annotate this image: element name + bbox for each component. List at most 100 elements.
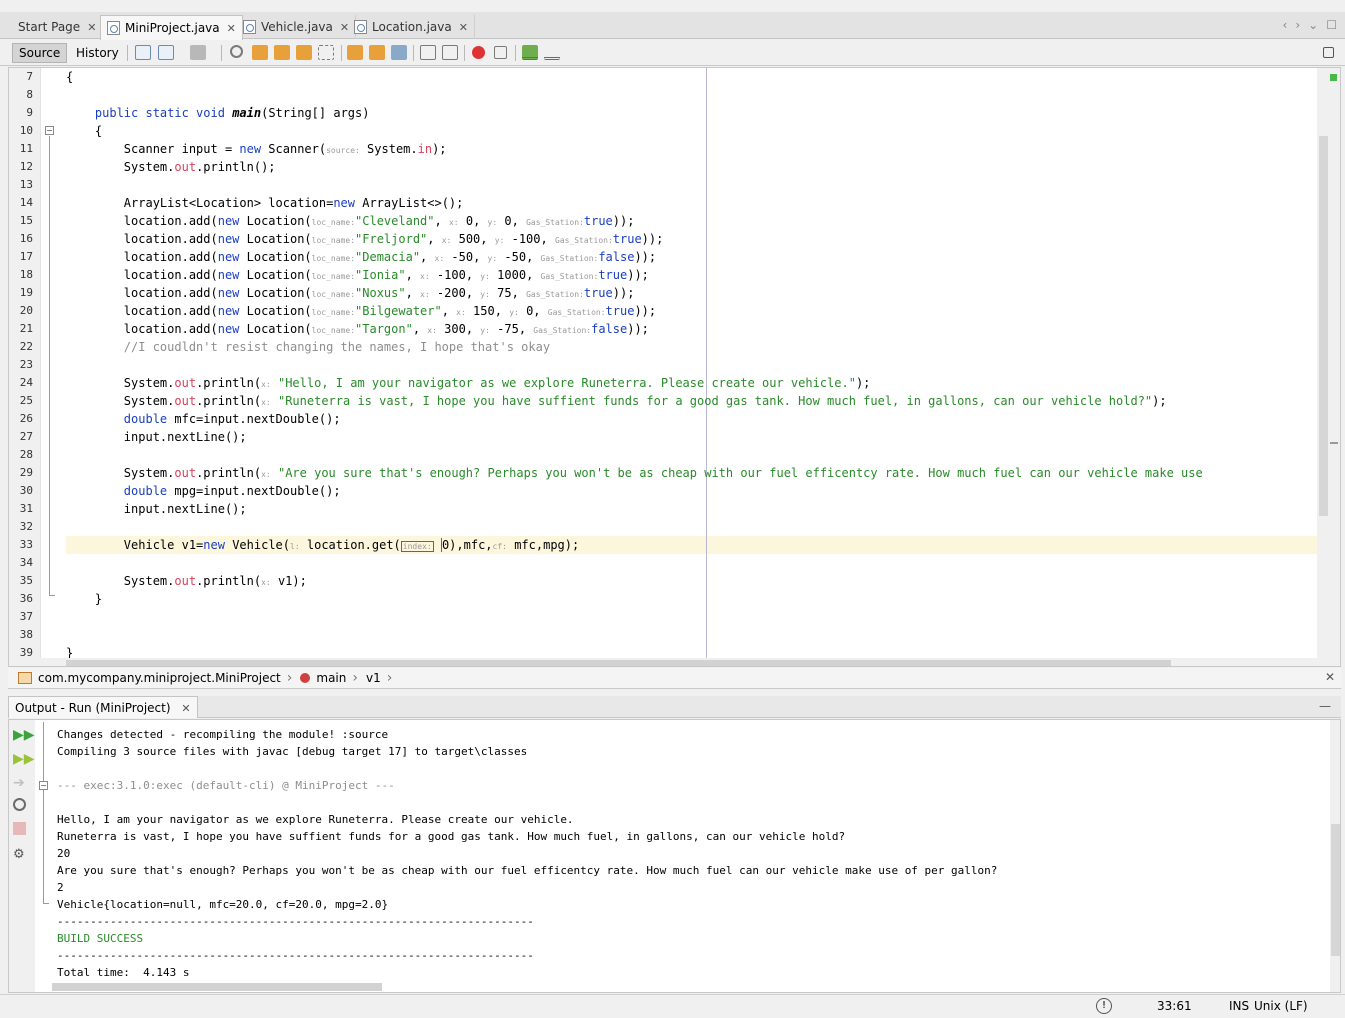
output-line: Hello, I am your navigator as we explore… bbox=[57, 813, 574, 826]
output-line: Changes detected - recompiling the modul… bbox=[57, 728, 389, 741]
shift-left-icon[interactable] bbox=[420, 45, 436, 60]
last-edit-icon[interactable] bbox=[135, 45, 151, 60]
breadcrumb-method[interactable]: main › bbox=[300, 670, 358, 686]
code-line: input.nextLine(); bbox=[66, 502, 247, 516]
code-line: System.out.println(x: "Runeterra is vast… bbox=[66, 394, 1167, 408]
method-icon bbox=[300, 673, 311, 683]
fold-line bbox=[49, 136, 50, 596]
source-button[interactable]: Source bbox=[12, 43, 68, 63]
fold-toggle-icon[interactable]: − bbox=[39, 781, 48, 790]
code-area[interactable]: { public static void main(String[] args)… bbox=[66, 68, 1318, 666]
comment-icon[interactable] bbox=[522, 45, 538, 60]
search-icon[interactable] bbox=[230, 45, 243, 58]
minimize-icon[interactable]: — bbox=[1319, 699, 1331, 713]
fold-gutter bbox=[41, 68, 65, 666]
scroll-left-icon[interactable]: ‹ bbox=[1283, 18, 1288, 32]
caret-position: 33:61 bbox=[1157, 999, 1192, 1013]
line-number: 31 bbox=[19, 502, 33, 515]
next-bookmark-icon[interactable] bbox=[369, 45, 385, 60]
toggle-highlight-icon[interactable] bbox=[296, 45, 312, 60]
maximize-icon[interactable]: ☐ bbox=[1326, 18, 1337, 32]
stop-macro-icon[interactable] bbox=[494, 46, 507, 59]
line-number: 38 bbox=[19, 628, 33, 641]
output-action-bar: ▶▶ ▶▶ ➔ ⚙ bbox=[9, 720, 35, 992]
history-button[interactable]: History bbox=[69, 43, 126, 63]
notifications-icon[interactable]: ! bbox=[1096, 998, 1112, 1014]
output-line: Are you sure that's enough? Perhaps you … bbox=[57, 864, 998, 877]
fold-toggle-icon[interactable]: − bbox=[45, 126, 54, 135]
breadcrumb: com.mycompany.miniproject.MiniProject › … bbox=[8, 668, 1341, 689]
output-hscroll-thumb[interactable] bbox=[52, 983, 382, 991]
code-line: System.out.println(); bbox=[66, 160, 276, 174]
breadcrumb-class[interactable]: com.mycompany.miniproject.MiniProject › bbox=[18, 670, 292, 686]
chevron-right-icon: › bbox=[352, 670, 358, 686]
code-line: ArrayList<Location> location=new ArrayLi… bbox=[66, 196, 464, 210]
insert-mode[interactable]: INS bbox=[1229, 999, 1249, 1013]
build-status-line: BUILD SUCCESS bbox=[57, 932, 144, 945]
fold-end bbox=[49, 595, 55, 596]
line-number: 11 bbox=[19, 142, 33, 155]
line-number: 23 bbox=[19, 358, 33, 371]
tab-list-icon[interactable]: ⌄ bbox=[1308, 18, 1318, 32]
output-console[interactable]: ▶▶ ▶▶ ➔ ⚙ − Changes detected - recompili… bbox=[8, 719, 1341, 993]
tab-start-page[interactable]: Start Page ✕ bbox=[12, 15, 104, 39]
rerun-with-params-icon[interactable]: ▶▶ bbox=[13, 750, 35, 768]
line-number: 20 bbox=[19, 304, 33, 317]
code-line: System.out.println(x: v1); bbox=[66, 574, 307, 588]
back-icon[interactable] bbox=[158, 45, 174, 60]
split-editor-icon[interactable] bbox=[1323, 47, 1334, 58]
java-file-icon bbox=[107, 21, 120, 35]
editor-toolbar: Source History bbox=[0, 40, 1345, 66]
breadcrumb-variable[interactable]: v1 › bbox=[366, 670, 392, 686]
settings-icon[interactable]: ⚙ bbox=[13, 846, 31, 864]
close-icon[interactable]: ✕ bbox=[227, 22, 236, 35]
close-icon[interactable]: ✕ bbox=[459, 21, 468, 34]
search-output-icon[interactable] bbox=[13, 798, 26, 811]
code-editor[interactable]: 7 8 9 10 11 12 13 14 15 16 17 18 19 20 21 22 23 24 25 26 27 2… bbox=[8, 67, 1341, 667]
uncomment-icon[interactable] bbox=[544, 45, 560, 60]
stop-icon[interactable] bbox=[13, 822, 26, 835]
line-number: 22 bbox=[19, 340, 33, 353]
tab-location-java[interactable]: Location.java ✕ bbox=[348, 15, 475, 39]
record-macro-icon[interactable] bbox=[472, 46, 485, 59]
scroll-right-icon[interactable]: › bbox=[1295, 18, 1300, 32]
line-number: 18 bbox=[19, 268, 33, 281]
line-number: 29 bbox=[19, 466, 33, 479]
tab-label: MiniProject.java bbox=[125, 21, 220, 35]
toggle-bookmark-icon[interactable] bbox=[391, 45, 407, 60]
line-number: 34 bbox=[19, 556, 33, 569]
rerun-icon[interactable]: ▶▶ bbox=[13, 726, 35, 744]
close-icon[interactable]: ✕ bbox=[181, 702, 190, 715]
editor-hscroll-thumb[interactable] bbox=[66, 660, 1171, 666]
tab-vehicle-java[interactable]: Vehicle.java ✕ bbox=[237, 15, 357, 39]
chevron-right-icon: › bbox=[286, 670, 293, 686]
editor-scroll-thumb[interactable] bbox=[1319, 136, 1328, 516]
line-number: 14 bbox=[19, 196, 33, 209]
tab-miniproject-java[interactable]: MiniProject.java ✕ bbox=[100, 15, 243, 40]
code-line: double mfc=input.nextDouble(); bbox=[123, 412, 341, 426]
param-hint-index: index: bbox=[400, 541, 434, 552]
shift-right-icon[interactable] bbox=[442, 45, 458, 60]
line-number: 16 bbox=[19, 232, 33, 245]
toggle-rect-selection-icon[interactable] bbox=[318, 45, 334, 60]
forward-arrow-icon[interactable]: ➔ bbox=[13, 774, 31, 792]
previous-bookmark-icon[interactable] bbox=[347, 45, 363, 60]
find-next-icon[interactable] bbox=[274, 45, 290, 60]
output-scroll-thumb[interactable] bbox=[1331, 824, 1340, 956]
chevron-right-icon: › bbox=[386, 670, 393, 686]
code-line: System.out.println(x: "Are you sure that… bbox=[66, 466, 1203, 480]
close-icon[interactable]: ✕ bbox=[87, 21, 96, 34]
tab-label: Vehicle.java bbox=[261, 20, 333, 34]
java-file-icon bbox=[354, 20, 367, 34]
tab-output-run[interactable]: Output - Run (MiniProject) ✕ bbox=[8, 696, 198, 718]
close-icon[interactable]: ✕ bbox=[1325, 670, 1335, 684]
line-ending[interactable]: Unix (LF) bbox=[1254, 999, 1308, 1013]
code-line: input.nextLine(); bbox=[66, 430, 247, 444]
line-number: 32 bbox=[19, 520, 33, 533]
forward-icon[interactable] bbox=[190, 45, 206, 60]
line-number: 25 bbox=[19, 394, 33, 407]
code-line: location.add(new Location(loc_name:"Ioni… bbox=[66, 268, 649, 282]
code-line: //I coudldn't resist changing the names,… bbox=[66, 338, 550, 356]
find-previous-icon[interactable] bbox=[252, 45, 268, 60]
status-bar: ! 33:61 INS Unix (LF) bbox=[0, 994, 1345, 1018]
